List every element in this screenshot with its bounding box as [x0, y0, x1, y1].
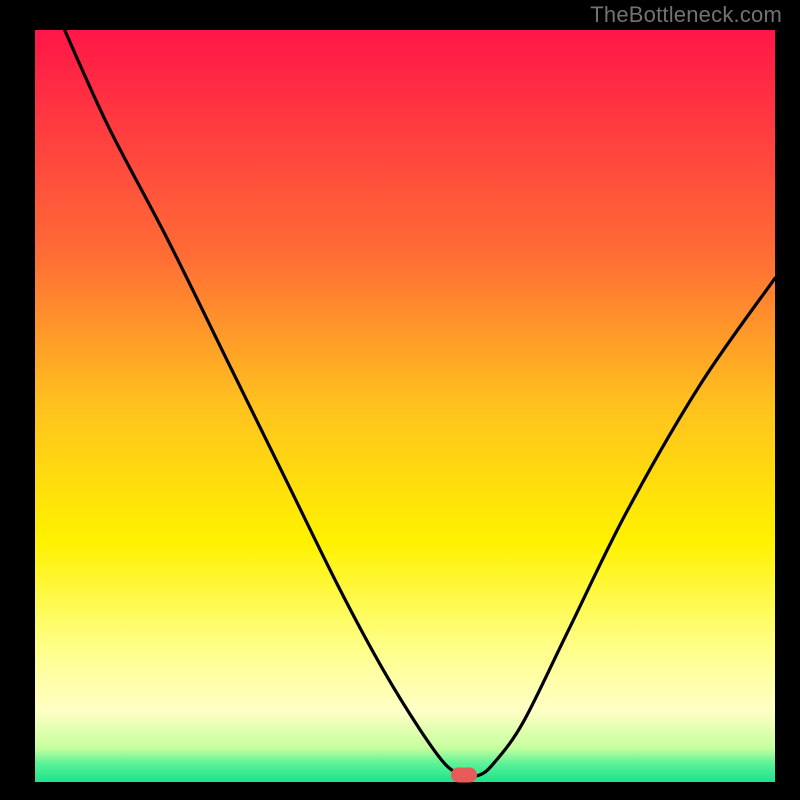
plot-area — [35, 30, 775, 782]
chart-frame: TheBottleneck.com — [0, 0, 800, 800]
optimal-point-marker — [451, 768, 477, 783]
watermark-text: TheBottleneck.com — [590, 2, 782, 28]
bottleneck-curve — [35, 30, 775, 782]
